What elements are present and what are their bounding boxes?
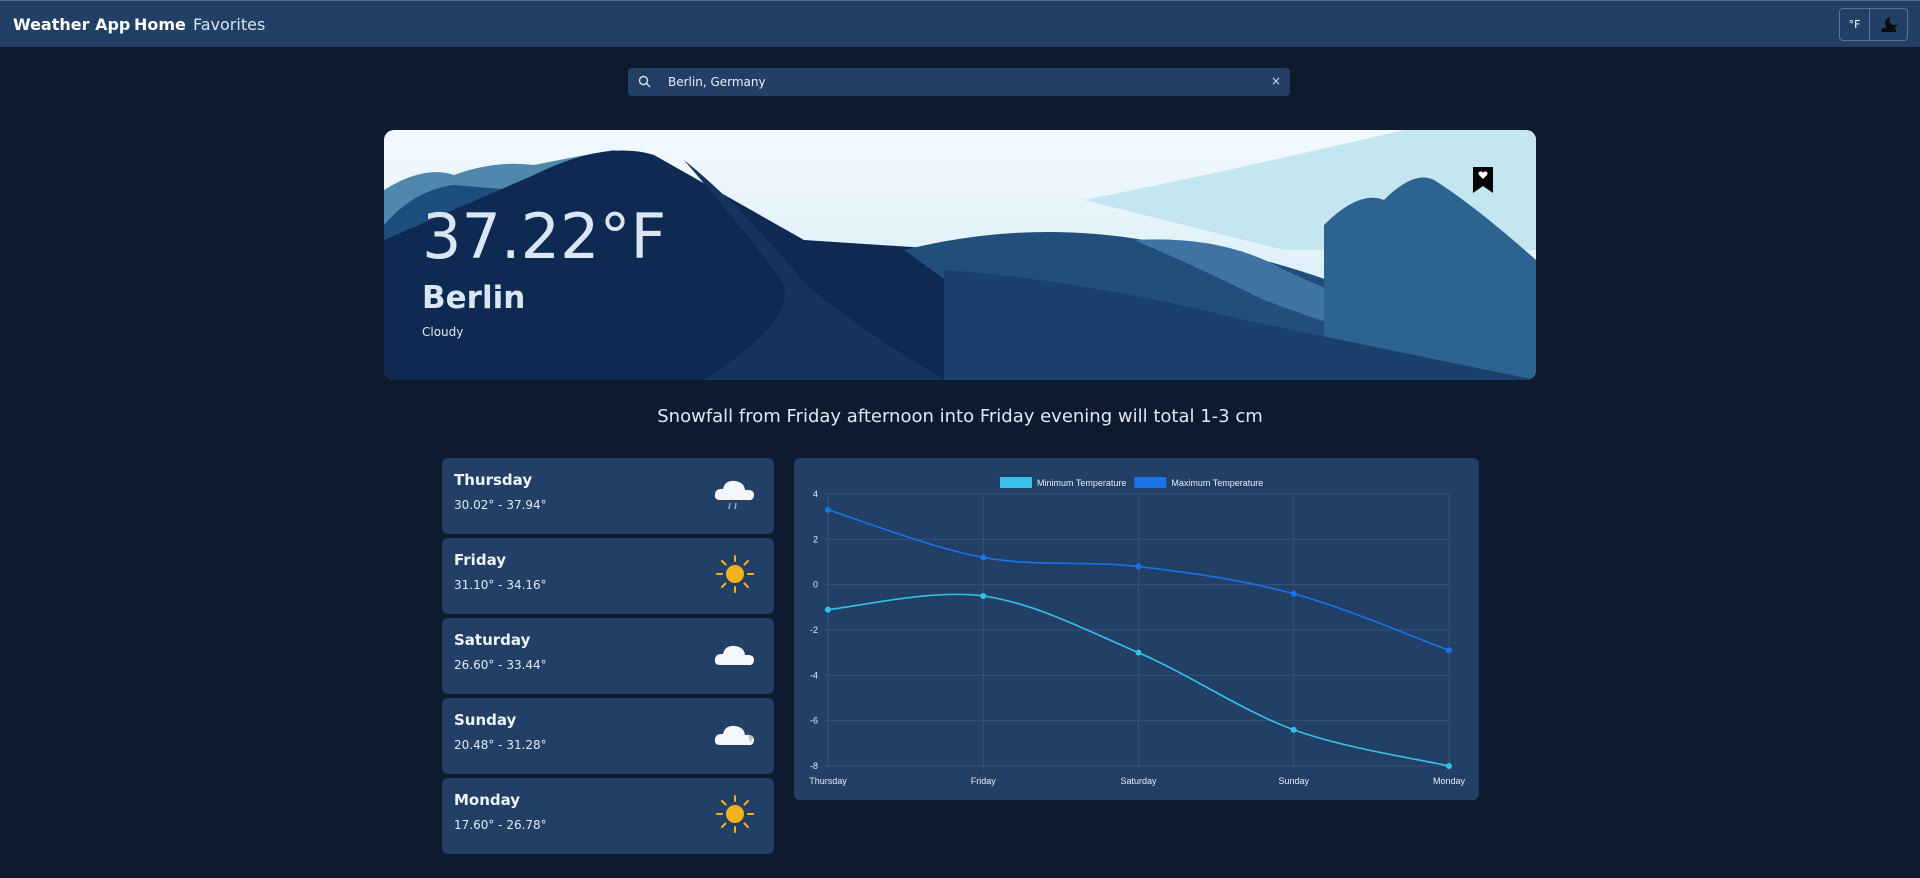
day-temperature-range: 17.60° - 26.78° (454, 818, 547, 832)
weather-summary: Snowfall from Friday afternoon into Frid… (657, 406, 1263, 427)
search-icon (638, 75, 651, 88)
clear-search-button[interactable]: × (1271, 74, 1281, 88)
legend-swatch (1134, 477, 1167, 488)
forecast-day-card[interactable]: Thursday 30.02° - 37.94° (442, 458, 774, 534)
x-tick-label: Saturday (1120, 776, 1157, 786)
data-point (1135, 563, 1142, 570)
data-point (825, 606, 831, 613)
data-point (1135, 649, 1142, 656)
y-tick-label: -2 (810, 625, 818, 635)
cloud-icon (714, 645, 754, 666)
day-name: Thursday (454, 471, 533, 489)
data-point (1290, 590, 1297, 597)
bookmark-heart-icon[interactable] (1473, 167, 1493, 193)
current-weather-hero: 37.22°F Berlin Cloudy (384, 130, 1536, 380)
forecast-day-card[interactable]: Friday 31.10° - 34.16° (442, 538, 774, 614)
nav-favorites-link[interactable]: Favorites (193, 15, 265, 34)
unit-toggle-button[interactable]: °F (1839, 8, 1870, 41)
day-name: Saturday (454, 631, 531, 649)
moon-cloud-icon (1880, 16, 1897, 32)
data-point (980, 554, 987, 561)
search-input[interactable] (668, 72, 1248, 92)
y-tick-label: -4 (810, 670, 818, 680)
theme-toggle-button[interactable] (1870, 8, 1908, 41)
city-name: Berlin (422, 280, 526, 316)
x-tick-label: Monday (1433, 776, 1466, 786)
data-point (1290, 726, 1297, 733)
y-tick-label: 0 (813, 580, 818, 590)
day-temperature-range: 30.02° - 37.94° (454, 498, 547, 512)
day-name: Monday (454, 791, 521, 809)
day-temperature-range: 20.48° - 31.28° (454, 738, 547, 752)
x-tick-label: Thursday (809, 776, 847, 786)
day-name: Friday (454, 551, 507, 569)
legend-swatch (1000, 477, 1032, 488)
y-tick-label: -8 (810, 761, 818, 771)
sun-icon (716, 555, 754, 593)
top-navbar: Weather App Home Favorites °F (0, 0, 1920, 47)
app-brand[interactable]: Weather App (13, 15, 130, 34)
current-temperature: 37.22°F (422, 200, 667, 273)
legend-label: Maximum Temperature (1171, 478, 1263, 488)
data-point (980, 593, 987, 599)
legend-label: Minimum Temperature (1037, 478, 1126, 488)
snow-cloud-icon (714, 725, 754, 746)
x-tick-label: Sunday (1278, 776, 1309, 786)
day-temperature-range: 26.60° - 33.44° (454, 658, 547, 672)
forecast-day-card[interactable]: Saturday 26.60° - 33.44° (442, 618, 774, 694)
weather-condition: Cloudy (422, 325, 464, 339)
x-tick-label: Friday (971, 776, 997, 786)
day-name: Sunday (454, 711, 517, 729)
day-temperature-range: 31.10° - 34.16° (454, 578, 547, 592)
y-tick-label: 2 (813, 534, 818, 544)
y-tick-label: 4 (813, 489, 818, 499)
data-point (1446, 763, 1452, 769)
rain-cloud-icon (714, 480, 754, 510)
temperature-chart-card: 4 2 0 -2 -4 -6 -8 Thursday Friday Saturday Sunday M… (794, 458, 1479, 800)
y-tick-label: -6 (810, 716, 818, 726)
nav-home-link[interactable]: Home (134, 15, 186, 34)
forecast-day-card[interactable]: Monday 17.60° - 26.78° (442, 778, 774, 854)
data-point (1446, 647, 1452, 654)
temperature-line-chart: 4 2 0 -2 -4 -6 -8 Thursday Friday Saturday Sunday M… (809, 477, 1466, 786)
data-point (825, 506, 831, 513)
location-search: × (628, 68, 1290, 96)
sun-icon (716, 795, 754, 833)
forecast-day-card[interactable]: Sunday 20.48° - 31.28° (442, 698, 774, 774)
